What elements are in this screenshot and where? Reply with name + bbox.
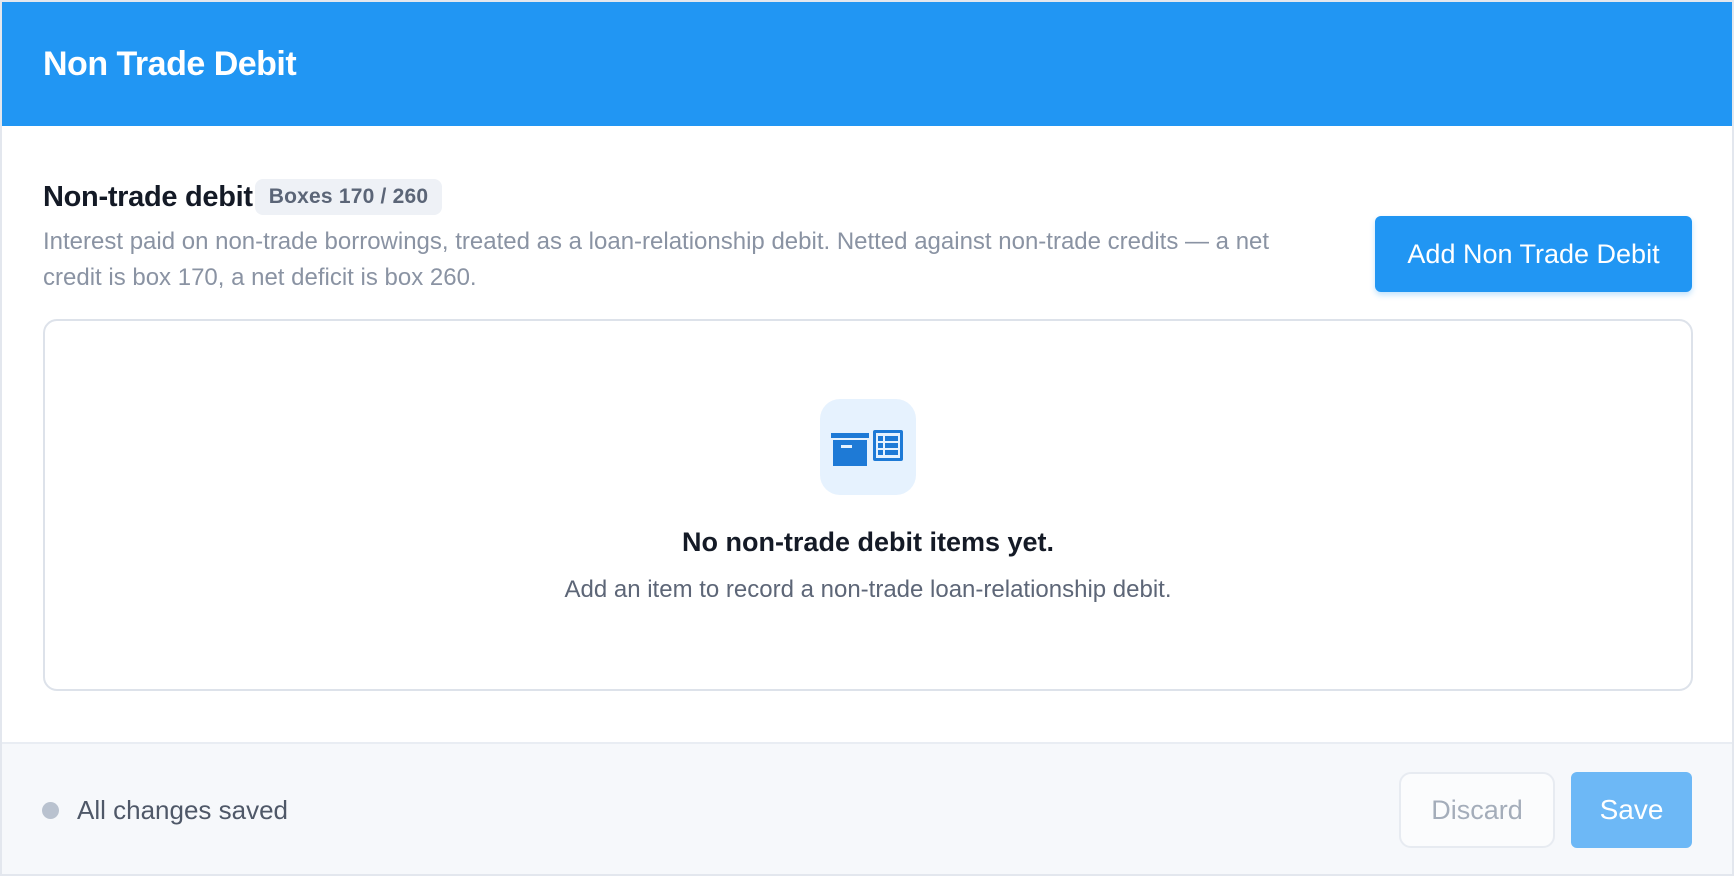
archive-table-icon-svg [831,430,903,466]
section-title-row: Non-trade debit Boxes 170 / 260 [43,178,1333,216]
empty-state-subtitle: Add an item to record a non-trade loan-r… [564,576,1172,603]
empty-state-title: No non-trade debit items yet. [681,527,1055,557]
boxes-badge: Boxes 170 / 260 [254,179,443,215]
dialog-header: Non Trade Debit [2,2,1732,126]
status-dot [42,801,59,819]
empty-state-panel: No non-trade debit items yet. Add an ite… [43,319,1693,691]
section-header: Non-trade debit Boxes 170 / 260 Interest… [43,178,1692,296]
section-title: Non-trade debit [43,180,253,213]
section-text: Non-trade debit Boxes 170 / 260 Interest… [43,178,1333,296]
save-status: All changes saved [42,795,288,826]
save-button[interactable]: Save [1571,772,1692,848]
add-non-trade-debit-button[interactable]: Add Non Trade Debit [1375,216,1692,292]
dialog-title: Non Trade Debit [43,44,297,83]
section-description: Interest paid on non-trade borrowings, t… [43,228,1270,291]
status-text: All changes saved [77,794,289,825]
footer-actions: Discard Save [1399,772,1692,848]
dialog: Non Trade Debit Non-trade debit Boxes 17… [0,0,1734,876]
archive-table-icon [820,399,916,495]
dialog-footer: All changes saved Discard Save [2,742,1732,874]
dialog-body: Non-trade debit Boxes 170 / 260 Interest… [2,126,1732,742]
discard-button[interactable]: Discard [1399,772,1555,848]
